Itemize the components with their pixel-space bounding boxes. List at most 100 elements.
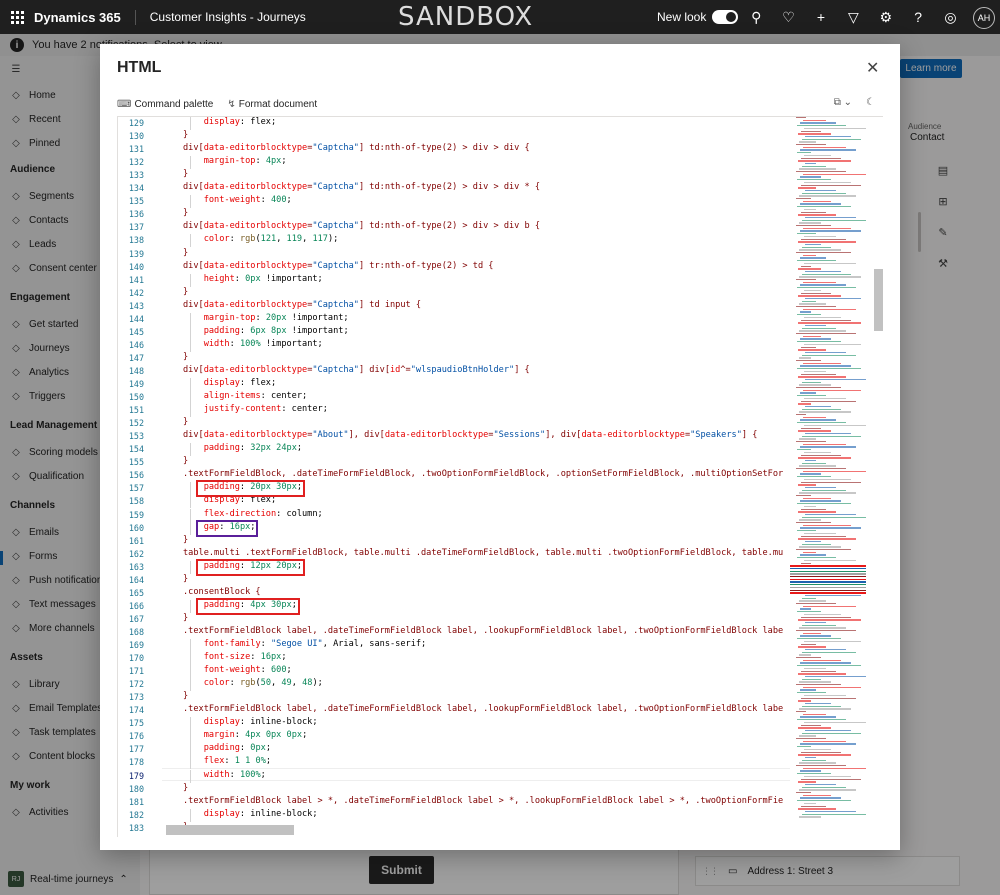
code-line[interactable]: font-weight: 400; — [183, 195, 292, 205]
code-line[interactable]: padding: 6px 8px !important; — [183, 326, 349, 336]
line-number: 140 — [128, 261, 144, 272]
line-number: 145 — [128, 326, 144, 337]
open-external-icon[interactable]: ⧉ ⌄ — [834, 97, 852, 108]
minimap-line — [801, 508, 826, 510]
code-line[interactable]: padding: 32px 24px; — [183, 443, 302, 453]
line-number: 175 — [128, 718, 144, 729]
code-line[interactable]: div[data-editorblocktype="Captcha"] td:n… — [183, 221, 540, 231]
minimap-line — [796, 657, 821, 659]
code-line[interactable]: display: inline-block; — [183, 717, 318, 727]
code-line[interactable]: } — [183, 130, 188, 140]
code-line[interactable]: } — [183, 417, 188, 427]
code-line[interactable]: .consentBlock { — [183, 587, 261, 597]
app-name[interactable]: Customer Insights - Journeys — [136, 10, 306, 24]
indent-guide — [190, 378, 191, 392]
new-look-toggle[interactable]: New look — [657, 10, 739, 24]
code-line[interactable]: flex-direction: column; — [183, 509, 323, 519]
code-line[interactable]: flex: 1 1 0%; — [183, 756, 271, 766]
code-line[interactable]: div[data-editorblocktype="Captcha"] tr:n… — [183, 261, 493, 271]
line-number: 166 — [128, 600, 144, 611]
code-line[interactable]: display: flex; — [183, 117, 276, 127]
help-icon[interactable]: ? — [902, 9, 934, 25]
code-line[interactable]: table.multi .textFormFieldBlock, table.m… — [183, 548, 783, 558]
minimap-line — [797, 152, 811, 154]
minimap-line — [805, 189, 836, 192]
minimap-line — [796, 765, 846, 767]
code-line[interactable]: } — [183, 169, 188, 179]
code-line[interactable]: } — [183, 456, 188, 466]
code-line[interactable]: width: 100% !important; — [183, 339, 323, 349]
minimap-line — [797, 179, 831, 181]
horizontal-scrollbar[interactable] — [166, 825, 294, 835]
minimap-line — [798, 673, 846, 675]
code-line[interactable]: } — [183, 613, 188, 623]
line-number: 150 — [128, 392, 144, 403]
minimap-line — [803, 632, 821, 635]
filter-icon[interactable]: ▽ — [837, 9, 869, 26]
close-icon[interactable]: ✕ — [866, 58, 879, 78]
brand-name[interactable]: Dynamics 365 — [34, 9, 136, 25]
minimap-line — [805, 135, 851, 138]
minimap-line — [798, 187, 816, 189]
code-line[interactable]: color: rgb(121, 119, 117); — [183, 234, 339, 244]
code-line[interactable]: margin-top: 20px !important; — [183, 313, 349, 323]
copilot-icon[interactable]: ◎ — [934, 9, 966, 26]
minimap[interactable] — [790, 117, 876, 829]
code-line[interactable]: margin: 4px 0px 0px; — [183, 730, 308, 740]
code-line[interactable]: .textFormFieldBlock, .dateTimeFormFieldB… — [183, 469, 783, 479]
minimap-line — [802, 624, 836, 626]
code-line[interactable]: } — [183, 535, 188, 545]
code-line[interactable]: } — [183, 352, 188, 362]
code-line[interactable]: .textFormFieldBlock label, .dateTimeForm… — [183, 704, 783, 714]
code-line[interactable]: align-items: center; — [183, 391, 308, 401]
code-line[interactable]: div[data-editorblocktype="About"], div[d… — [183, 430, 757, 440]
line-number: 133 — [128, 170, 144, 181]
lightbulb-icon[interactable]: ♡ — [772, 9, 804, 26]
plus-icon[interactable]: + — [805, 9, 837, 25]
code-line[interactable]: margin-top: 4px; — [183, 156, 287, 166]
code-line[interactable]: div[data-editorblocktype="Captcha"] div[… — [183, 365, 530, 375]
minimap-line — [805, 675, 866, 678]
code-line[interactable]: height: 0px !important; — [183, 274, 323, 284]
minimap-line — [796, 684, 841, 686]
user-avatar[interactable]: AH — [973, 7, 995, 29]
code-line[interactable]: width: 100%; — [183, 770, 266, 780]
minimap-line — [796, 279, 816, 281]
code-line[interactable]: font-family: "Segoe UI", Arial, sans-ser… — [183, 639, 427, 649]
minimap-line — [804, 451, 831, 454]
line-number: 139 — [128, 248, 144, 259]
code-line[interactable]: display: flex; — [183, 378, 276, 388]
code-line[interactable]: justify-content: center; — [183, 404, 328, 414]
indent-guide — [190, 325, 191, 339]
settings-icon[interactable]: ⚙ — [870, 9, 902, 26]
dark-mode-icon[interactable]: ☾ — [866, 97, 875, 108]
code-line[interactable]: } — [183, 574, 188, 584]
minimap-line — [805, 594, 861, 597]
code-line[interactable]: font-size: 16px; — [183, 652, 287, 662]
code-line[interactable]: } — [183, 248, 188, 258]
app-launcher-icon[interactable] — [0, 0, 34, 34]
minimap-line — [801, 346, 816, 348]
code-line[interactable]: color: rgb(50, 49, 48); — [183, 678, 323, 688]
code-editor[interactable]: 129 130 131 132 133 134 135 136 137 138 139 140 141 1… — [117, 117, 883, 837]
line-number: 177 — [128, 744, 144, 755]
code-line[interactable]: } — [183, 691, 188, 701]
vertical-scrollbar[interactable] — [874, 269, 883, 331]
code-line[interactable]: div[data-editorblocktype="Captcha"] td:n… — [183, 143, 530, 153]
code-line[interactable]: .textFormFieldBlock label, .dateTimeForm… — [183, 626, 783, 636]
format-document-button[interactable]: ↯ Format document — [227, 99, 317, 110]
code-line[interactable]: .textFormFieldBlock label > *, .dateTime… — [183, 796, 783, 806]
code-line[interactable]: } — [183, 783, 188, 793]
minimap-line — [799, 789, 856, 791]
code-line[interactable]: padding: 0px; — [183, 743, 271, 753]
search-icon[interactable]: ⚲ — [740, 9, 772, 26]
command-palette-button[interactable]: ⌨ Command palette — [117, 99, 213, 110]
code-line[interactable]: font-weight: 600; — [183, 665, 292, 675]
code-line[interactable]: } — [183, 287, 188, 297]
code-line[interactable]: } — [183, 208, 188, 218]
code-line[interactable]: div[data-editorblocktype="Captcha"] td:n… — [183, 182, 540, 192]
code-line[interactable]: div[data-editorblocktype="Captcha"] td i… — [183, 300, 421, 310]
code-line[interactable]: display: inline-block; — [183, 809, 318, 819]
toggle-switch[interactable] — [712, 10, 739, 24]
minimap-line — [802, 786, 846, 788]
